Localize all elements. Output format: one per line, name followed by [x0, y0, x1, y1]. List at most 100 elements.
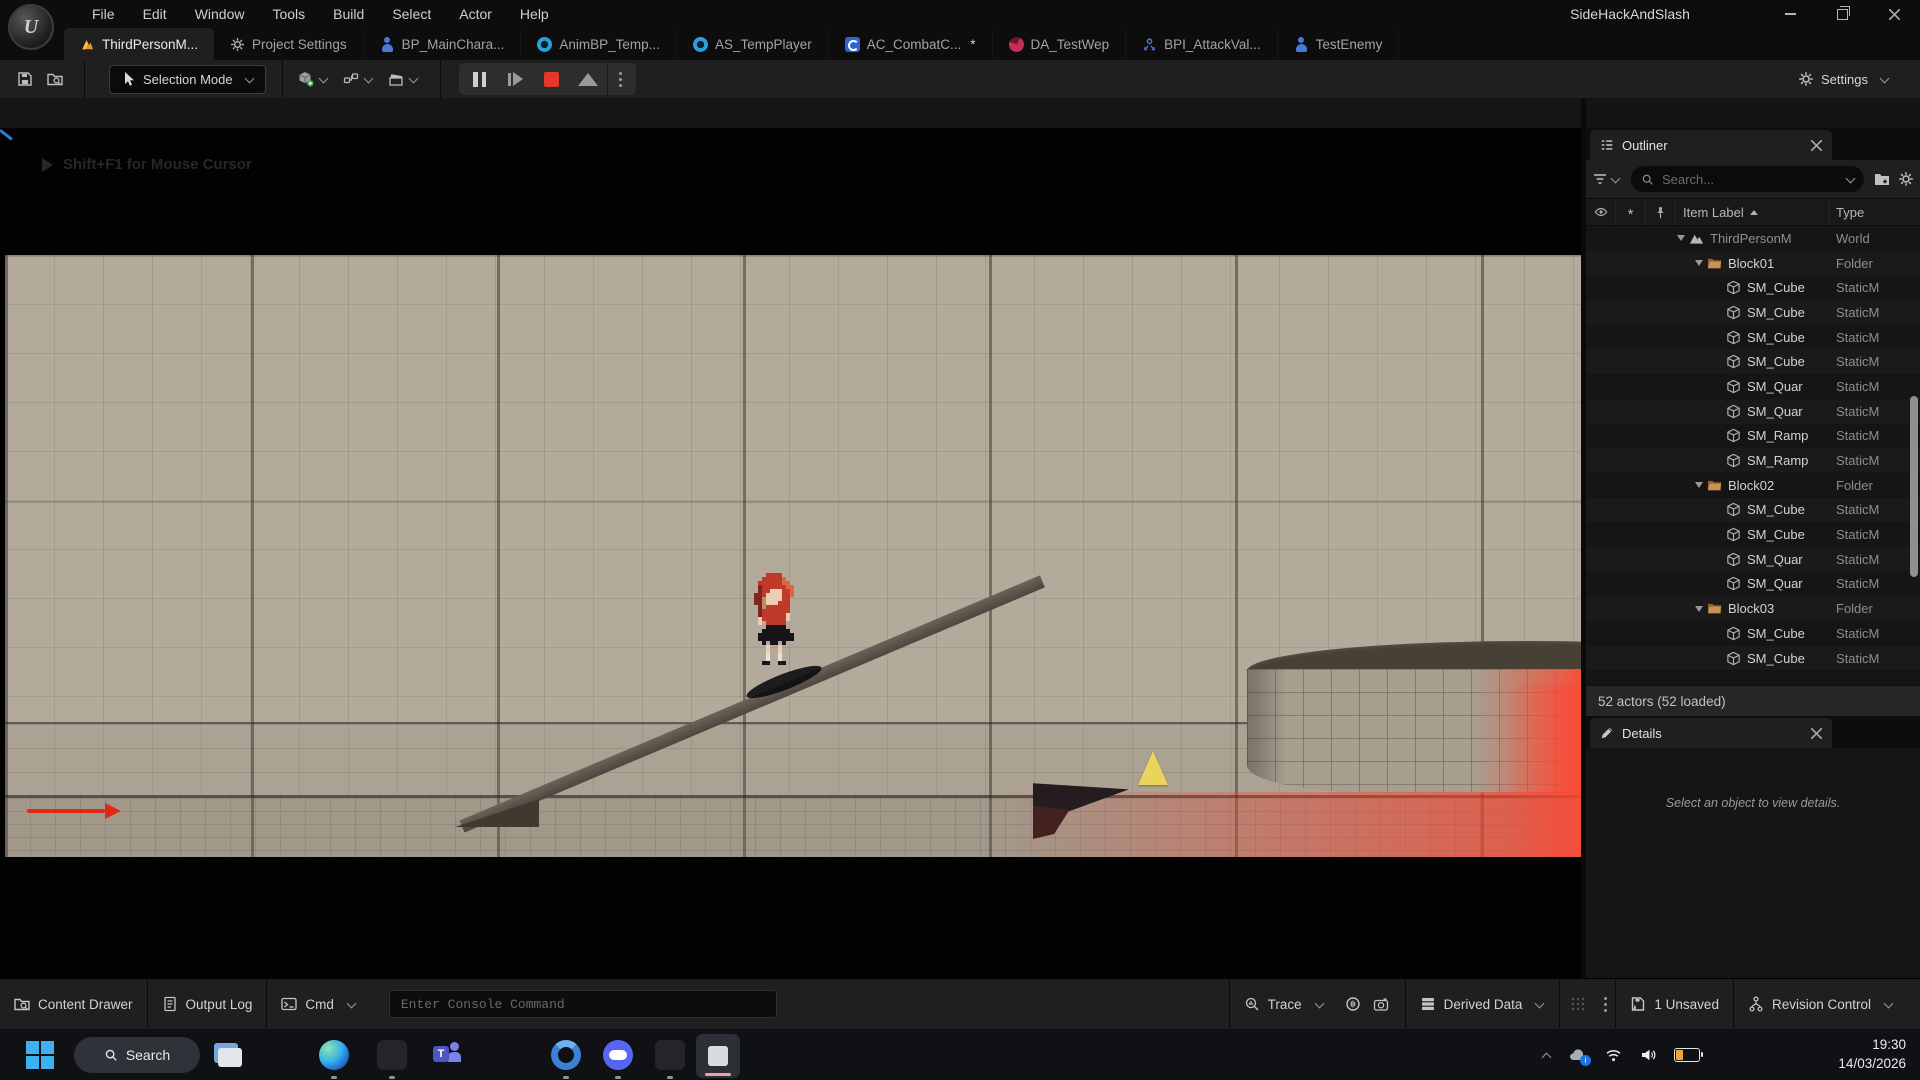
- pin-cell[interactable]: [1644, 300, 1673, 325]
- pin-cell[interactable]: [1644, 596, 1673, 621]
- pin-cell[interactable]: [1644, 275, 1673, 300]
- asset-tab-as-tempplayer[interactable]: AS_TempPlayer: [677, 28, 829, 60]
- visibility-cell[interactable]: [1586, 424, 1615, 449]
- scrollbar-thumb[interactable]: [1910, 396, 1918, 577]
- menu-item-help[interactable]: Help: [506, 6, 563, 22]
- outliner-row[interactable]: Block03Folder: [1586, 596, 1920, 621]
- cinematics-button[interactable]: [381, 64, 426, 94]
- add-actor-button[interactable]: [291, 64, 336, 94]
- close-button[interactable]: [1868, 0, 1920, 28]
- pin-cell[interactable]: [1644, 572, 1673, 597]
- visibility-cell[interactable]: [1586, 349, 1615, 374]
- outliner-row[interactable]: SM_CubeStaticM: [1586, 349, 1920, 374]
- new-folder-icon[interactable]: [1874, 171, 1890, 187]
- pin-cell[interactable]: [1644, 498, 1673, 523]
- asset-tab-bpi-attackval-[interactable]: BPI_AttackVal...: [1126, 28, 1278, 60]
- menu-item-tools[interactable]: Tools: [258, 6, 319, 22]
- filter-icon[interactable]: [1592, 171, 1608, 187]
- favorite-cell[interactable]: [1615, 646, 1644, 671]
- maximize-button[interactable]: [1816, 0, 1868, 28]
- pin-cell[interactable]: [1644, 349, 1673, 374]
- pin-cell[interactable]: [1644, 226, 1673, 251]
- pin-cell[interactable]: [1644, 374, 1673, 399]
- minimize-button[interactable]: [1764, 0, 1816, 28]
- favorite-cell[interactable]: [1615, 522, 1644, 547]
- asset-tab-testenemy[interactable]: TestEnemy: [1278, 28, 1400, 60]
- favorite-cell[interactable]: [1615, 498, 1644, 523]
- tab-outliner[interactable]: Outliner: [1590, 130, 1832, 160]
- pin-cell[interactable]: [1644, 522, 1673, 547]
- favorite-cell[interactable]: [1615, 325, 1644, 350]
- pin-cell[interactable]: [1644, 448, 1673, 473]
- visibility-cell[interactable]: [1586, 251, 1615, 276]
- eject-button[interactable]: [571, 64, 605, 94]
- outliner-row[interactable]: Block01Folder: [1586, 251, 1920, 276]
- game-viewport[interactable]: Shift+F1 for Mouse Cursor: [0, 128, 1581, 978]
- visibility-cell[interactable]: [1586, 522, 1615, 547]
- visibility-cell[interactable]: [1586, 547, 1615, 572]
- pin-cell[interactable]: [1644, 399, 1673, 424]
- unreal-logo-icon[interactable]: U: [8, 4, 54, 50]
- favorite-cell[interactable]: [1615, 448, 1644, 473]
- outliner-row[interactable]: Block02Folder: [1586, 473, 1920, 498]
- volume-icon[interactable]: [1639, 1047, 1658, 1063]
- start-button[interactable]: [22, 1037, 58, 1073]
- outliner-row[interactable]: ThirdPersonMWorld: [1586, 226, 1920, 251]
- blueprints-button[interactable]: [336, 64, 381, 94]
- stop-button[interactable]: [535, 64, 569, 94]
- outliner-row[interactable]: SM_CubeStaticM: [1586, 621, 1920, 646]
- visibility-cell[interactable]: [1586, 399, 1615, 424]
- frame-step-button[interactable]: [499, 64, 533, 94]
- outliner-row[interactable]: SM_CubeStaticM: [1586, 300, 1920, 325]
- asset-tab-animbp-temp-[interactable]: AnimBP_Temp...: [521, 28, 677, 60]
- menu-item-edit[interactable]: Edit: [129, 6, 181, 22]
- outliner-scrollbar[interactable]: [1910, 226, 1918, 685]
- expand-arrow-icon[interactable]: [1695, 606, 1703, 612]
- save-button[interactable]: [10, 64, 40, 94]
- outliner-row[interactable]: SM_CubeStaticM: [1586, 498, 1920, 523]
- expand-arrow-icon[interactable]: [1677, 235, 1685, 241]
- outliner-row[interactable]: SM_QuarStaticM: [1586, 399, 1920, 424]
- outliner-row[interactable]: SM_QuarStaticM: [1586, 547, 1920, 572]
- favorite-cell[interactable]: [1615, 547, 1644, 572]
- browse-content-button[interactable]: [40, 64, 70, 94]
- favorite-cell[interactable]: [1615, 621, 1644, 646]
- menu-item-select[interactable]: Select: [378, 6, 445, 22]
- favorite-cell[interactable]: [1615, 473, 1644, 498]
- pin-cell[interactable]: [1644, 424, 1673, 449]
- visibility-cell[interactable]: [1586, 572, 1615, 597]
- wifi-icon[interactable]: [1604, 1047, 1623, 1063]
- visibility-cell[interactable]: [1586, 473, 1615, 498]
- menu-item-build[interactable]: Build: [319, 6, 378, 22]
- close-icon[interactable]: [1811, 140, 1822, 151]
- visibility-cell[interactable]: [1586, 621, 1615, 646]
- chevron-down-icon[interactable]: [1611, 173, 1621, 183]
- favorite-cell[interactable]: [1615, 300, 1644, 325]
- console-command-field[interactable]: [389, 990, 777, 1018]
- outliner-row[interactable]: SM_QuarStaticM: [1586, 572, 1920, 597]
- item-label-column-header[interactable]: Item Label: [1676, 199, 1830, 225]
- visibility-cell[interactable]: [1586, 498, 1615, 523]
- favorite-cell[interactable]: [1615, 275, 1644, 300]
- visibility-cell[interactable]: [1586, 596, 1615, 621]
- settings-dropdown[interactable]: Settings: [1798, 64, 1890, 94]
- outliner-row[interactable]: SM_CubeStaticM: [1586, 522, 1920, 547]
- outliner-row[interactable]: SM_CubeStaticM: [1586, 275, 1920, 300]
- taskbar-search[interactable]: Search: [74, 1037, 200, 1073]
- pin-cell[interactable]: [1644, 251, 1673, 276]
- outliner-settings-gear-icon[interactable]: [1898, 171, 1914, 187]
- type-column-header[interactable]: Type: [1830, 199, 1920, 225]
- content-drawer-button[interactable]: Content Drawer: [0, 979, 147, 1029]
- edge-browser-button[interactable]: [316, 1037, 352, 1073]
- asset-tab-ac-combatc-[interactable]: AC_CombatC...*: [829, 28, 993, 60]
- close-icon[interactable]: [1811, 728, 1822, 739]
- outliner-row[interactable]: SM_QuarStaticM: [1586, 374, 1920, 399]
- favorite-cell[interactable]: [1615, 251, 1644, 276]
- revision-control-dropdown[interactable]: Revision Control: [1734, 979, 1908, 1029]
- menu-item-actor[interactable]: Actor: [445, 6, 506, 22]
- taskbar-clock[interactable]: 19:30 14/03/2026: [1838, 1036, 1906, 1074]
- favorite-cell[interactable]: [1615, 374, 1644, 399]
- browser-ring-button[interactable]: [548, 1037, 584, 1073]
- pin-cell[interactable]: [1644, 621, 1673, 646]
- search-input[interactable]: [1660, 171, 1841, 188]
